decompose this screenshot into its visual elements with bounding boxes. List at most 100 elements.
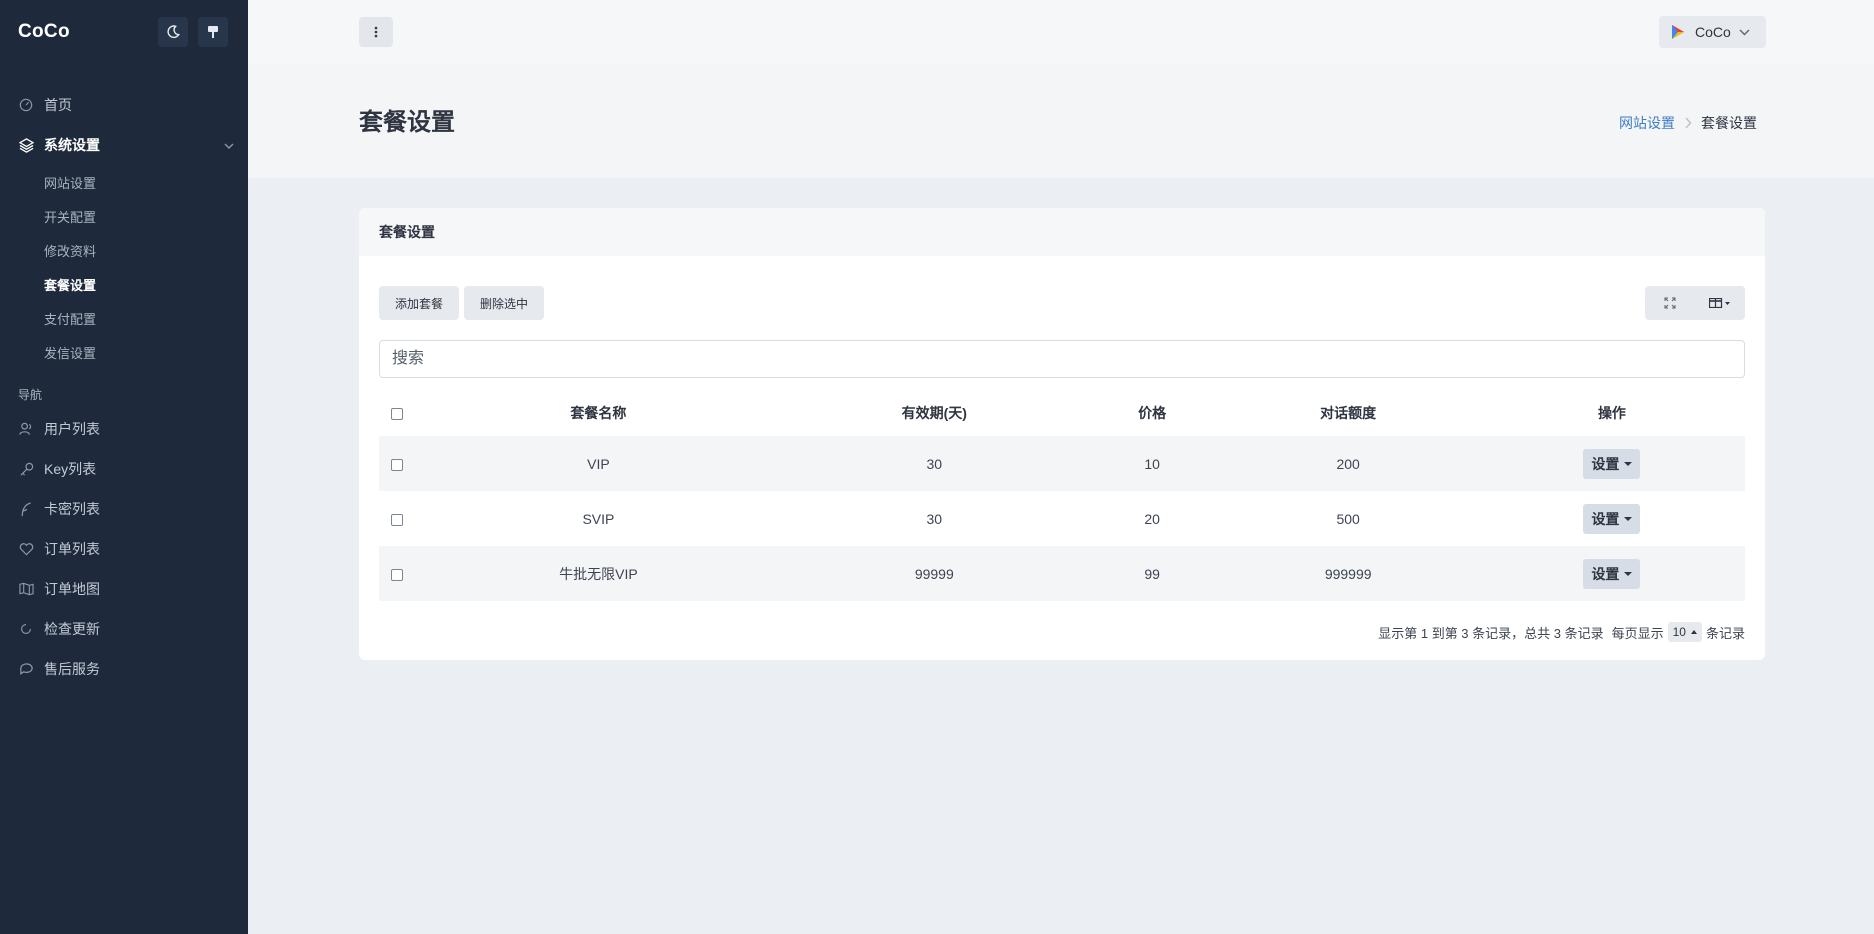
paint-roller-icon xyxy=(208,26,218,38)
sidebar-item-label: 订单列表 xyxy=(44,541,100,557)
sidebar-subitem-switch-config[interactable]: 开关配置 xyxy=(0,199,248,233)
row-checkbox[interactable] xyxy=(391,513,403,526)
search-input[interactable] xyxy=(379,340,1745,378)
cell-days: 30 xyxy=(926,455,943,472)
cell-days: 99999 xyxy=(914,565,954,582)
chevron-down-icon xyxy=(1739,29,1750,36)
column-header-price[interactable]: 价格 xyxy=(1087,390,1218,436)
cell-price: 10 xyxy=(1144,455,1160,472)
table-row: VIP 30 10 200 设置 xyxy=(379,436,1745,491)
key-icon xyxy=(18,461,34,477)
select-all-cell xyxy=(379,390,415,436)
page-title: 套餐设置 xyxy=(359,109,455,136)
pagination-info: 显示第 1 到第 3 条记录，总共 3 条记录 每页显示 10 条记录 xyxy=(1378,622,1745,642)
delete-selected-button[interactable]: 删除选中 xyxy=(464,286,545,320)
caret-down-icon xyxy=(1624,516,1633,521)
column-header-days[interactable]: 有效期(天) xyxy=(782,390,1087,436)
table-toolbar: 添加套餐 删除选中 xyxy=(379,286,545,320)
avatar-icon xyxy=(1672,25,1684,39)
table-header-row: 套餐名称 有效期(天) 价格 对话额度 操作 xyxy=(379,390,1745,436)
menu-button[interactable] xyxy=(359,17,393,47)
row-select-cell xyxy=(379,436,415,491)
package-card: 套餐设置 添加套餐 删除选中 套餐名称 有效期(天) 价格 对话额度 操作 xyxy=(359,208,1765,660)
sidebar-item-label: 检查更新 xyxy=(44,621,100,637)
sidebar-item-users[interactable]: 用户列表 xyxy=(0,409,248,449)
add-package-button[interactable]: 添加套餐 xyxy=(379,286,460,320)
sidebar-item-cards[interactable]: 卡密列表 xyxy=(0,489,248,529)
sidebar-subitem-payment-config[interactable]: 支付配置 xyxy=(0,301,248,335)
expand-icon xyxy=(1664,297,1676,309)
users-icon xyxy=(18,421,34,437)
column-header-quota[interactable]: 对话额度 xyxy=(1217,390,1478,436)
sidebar-item-system-settings[interactable]: 系统设置 xyxy=(0,125,248,165)
table-row: SVIP 30 20 500 设置 xyxy=(379,491,1745,546)
map-icon xyxy=(18,581,34,597)
brand: CoCo xyxy=(0,0,248,64)
cell-name: VIP xyxy=(587,455,610,472)
fullscreen-button[interactable] xyxy=(1645,286,1695,320)
sidebar-item-home[interactable]: 首页 xyxy=(0,85,248,125)
column-header-name[interactable]: 套餐名称 xyxy=(415,390,782,436)
refresh-icon xyxy=(18,621,34,637)
sidebar-item-label: 首页 xyxy=(44,97,72,113)
sidebar-item-label: 售后服务 xyxy=(44,661,100,677)
sidebar-item-label: 系统设置 xyxy=(44,137,100,153)
select-all-checkbox[interactable] xyxy=(391,408,403,421)
chevron-right-icon xyxy=(1684,117,1692,129)
nav-section-header: 导航 xyxy=(18,388,43,402)
sidebar-subitem-mail-settings[interactable]: 发信设置 xyxy=(0,335,248,369)
breadcrumb: 网站设置 套餐设置 xyxy=(1619,113,1757,133)
package-table: 套餐名称 有效期(天) 价格 对话额度 操作 VIP 30 10 200 设置 … xyxy=(379,390,1745,601)
per-page-prefix: 每页显示 xyxy=(1611,625,1664,641)
cell-quota: 200 xyxy=(1336,455,1360,472)
sidebar-item-keys[interactable]: Key列表 xyxy=(0,449,248,489)
more-vertical-icon xyxy=(374,26,378,38)
cell-actions: 设置 xyxy=(1479,436,1745,491)
table-view-tools xyxy=(1645,286,1745,320)
page-size-dropdown[interactable]: 10 xyxy=(1667,622,1702,642)
row-checkbox[interactable] xyxy=(391,568,403,581)
pagination-summary: 显示第 1 到第 3 条记录，总共 3 条记录 xyxy=(1378,625,1604,641)
cell-price: 99 xyxy=(1144,565,1160,582)
layers-icon xyxy=(18,137,34,153)
sidebar-item-label: 用户列表 xyxy=(44,421,100,437)
cell-actions: 设置 xyxy=(1479,491,1745,546)
user-menu-button[interactable]: CoCo xyxy=(1659,16,1766,48)
sidebar-subitem-edit-profile[interactable]: 修改资料 xyxy=(0,233,248,267)
caret-up-icon xyxy=(1690,630,1697,634)
layout-toggle-button[interactable] xyxy=(198,17,228,47)
card-title: 套餐设置 xyxy=(359,208,1765,256)
sidebar-item-label: Key列表 xyxy=(44,461,97,477)
topbar: CoCo xyxy=(248,0,1874,64)
user-name: CoCo xyxy=(1695,24,1731,40)
settings-dropdown-button[interactable]: 设置 xyxy=(1583,503,1641,534)
columns-toggle-button[interactable] xyxy=(1695,286,1745,320)
settings-button-label: 设置 xyxy=(1591,565,1620,582)
sidebar-subitem-package-settings[interactable]: 套餐设置 xyxy=(0,267,248,301)
cell-quota: 500 xyxy=(1336,510,1360,527)
columns-icon xyxy=(1709,298,1730,308)
sidebar-subitem-website-settings[interactable]: 网站设置 xyxy=(0,165,248,199)
sidebar: CoCo 首页 系统设置 网站设置 开关配置 修改资料 套餐设置 支付配置 发信… xyxy=(0,0,248,934)
chevron-down-icon xyxy=(224,138,234,154)
page-header: 套餐设置 网站设置 套餐设置 xyxy=(248,64,1874,178)
chat-icon xyxy=(18,661,34,677)
settings-dropdown-button[interactable]: 设置 xyxy=(1583,558,1641,589)
sidebar-item-check-update[interactable]: 检查更新 xyxy=(0,609,248,649)
sidebar-item-orders[interactable]: 订单列表 xyxy=(0,529,248,569)
cell-name: SVIP xyxy=(582,510,615,527)
row-checkbox[interactable] xyxy=(391,458,403,471)
sidebar-item-order-map[interactable]: 订单地图 xyxy=(0,569,248,609)
brand-name[interactable]: CoCo xyxy=(18,21,70,43)
breadcrumb-link-website-settings[interactable]: 网站设置 xyxy=(1619,113,1675,133)
dark-mode-toggle[interactable] xyxy=(158,17,188,47)
breadcrumb-current: 套餐设置 xyxy=(1701,115,1757,131)
sidebar-item-after-sales[interactable]: 售后服务 xyxy=(0,649,248,689)
settings-button-label: 设置 xyxy=(1591,510,1620,527)
per-page-suffix: 条记录 xyxy=(1705,625,1745,641)
caret-down-icon xyxy=(1624,461,1633,466)
feather-icon xyxy=(18,501,34,517)
row-select-cell xyxy=(379,491,415,546)
settings-dropdown-button[interactable]: 设置 xyxy=(1583,448,1641,479)
column-header-actions: 操作 xyxy=(1597,405,1626,421)
